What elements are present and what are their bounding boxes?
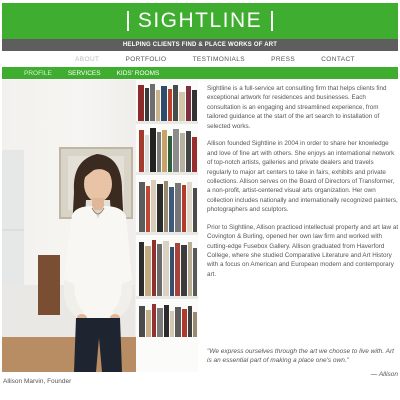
nav-portfolio[interactable]: PORTFOLIO <box>125 56 166 63</box>
main-nav: ABOUT PORTFOLIO TESTIMONIALS PRESS CONTA… <box>2 52 398 66</box>
founder-photo-illustration <box>2 80 198 372</box>
nav-about[interactable]: ABOUT <box>75 56 99 63</box>
site-logo[interactable]: SIGHTLINE <box>118 9 282 33</box>
brand-name: SIGHTLINE <box>137 9 263 32</box>
subnav-services[interactable]: SERVICES <box>68 70 101 77</box>
quote-attribution: — Allison <box>370 371 398 378</box>
founder-quote: "We express ourselves through the art we… <box>207 348 394 365</box>
subnav-profile[interactable]: PROFILE <box>24 70 52 77</box>
paragraph-background: Prior to Sightline, Allison practiced in… <box>207 223 399 278</box>
paragraph-founder: Allison founded Sightline in 2004 in ord… <box>207 140 398 214</box>
founder-photo <box>2 80 198 372</box>
nav-contact[interactable]: CONTACT <box>321 56 355 63</box>
tagline: HELPING CLIENTS FIND & PLACE WORKS OF AR… <box>2 39 398 51</box>
nav-press[interactable]: PRESS <box>271 56 295 63</box>
photo-caption: Allison Marvin, Founder <box>3 378 72 385</box>
logo-bar-right <box>271 11 274 31</box>
profile-text: Sightline is a full-service art consulti… <box>207 84 399 287</box>
subnav-kids-rooms[interactable]: KIDS' ROOMS <box>117 70 160 77</box>
header-banner: SIGHTLINE <box>2 3 398 39</box>
logo-bar-left <box>126 11 129 31</box>
sub-nav: PROFILE SERVICES KIDS' ROOMS <box>2 67 398 79</box>
side-table <box>38 255 60 315</box>
paragraph-intro: Sightline is a full-service art consulti… <box>207 85 387 130</box>
nav-testimonials[interactable]: TESTIMONIALS <box>193 56 245 63</box>
